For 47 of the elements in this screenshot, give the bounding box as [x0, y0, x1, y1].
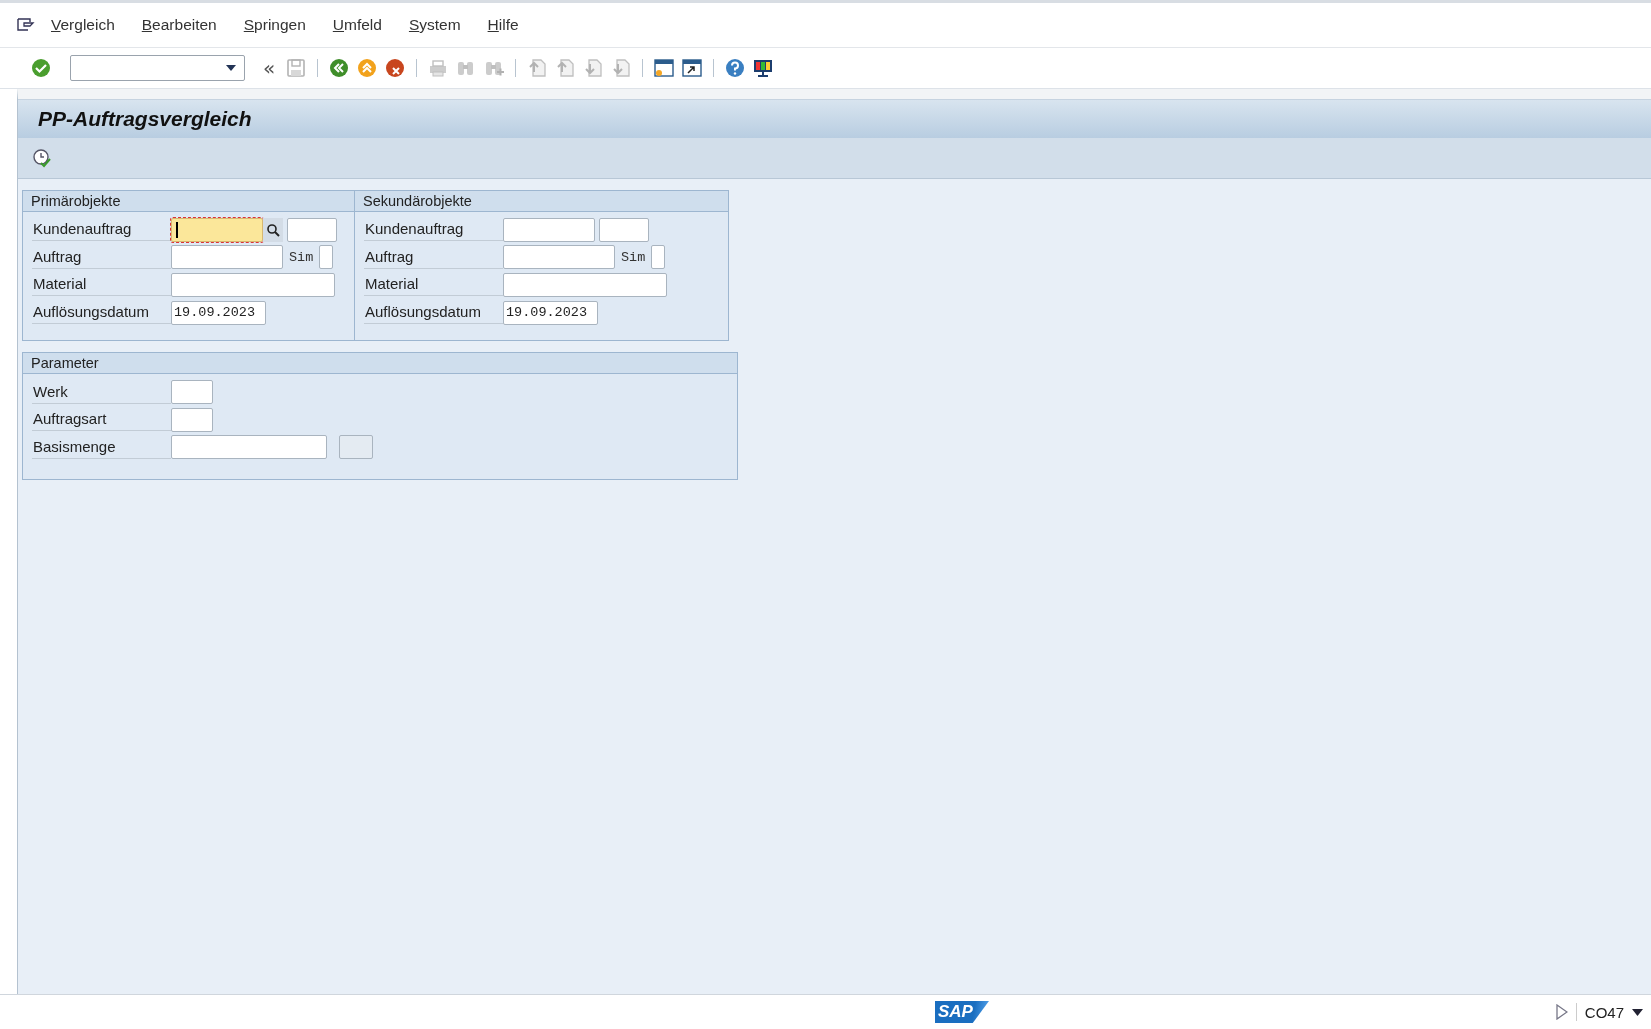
input-field[interactable]: [171, 380, 213, 405]
input-field[interactable]: [171, 245, 283, 270]
check-icon[interactable]: [30, 57, 52, 79]
monitor-icon[interactable]: [752, 57, 775, 79]
input-field[interactable]: [287, 217, 337, 242]
menu-item[interactable]: Umfeld: [332, 16, 382, 34]
dropdown-arrow-icon: [226, 65, 236, 71]
input-field[interactable]: [503, 273, 667, 297]
menu-item[interactable]: Vergleich: [51, 16, 115, 34]
menu-icon[interactable]: [17, 17, 35, 33]
input-field[interactable]: [171, 217, 263, 242]
play-icon[interactable]: [1555, 1004, 1568, 1020]
group-title: Sekundärobjekte: [355, 191, 728, 212]
group-title: Parameter: [23, 353, 737, 375]
back-icon[interactable]: [328, 57, 351, 79]
input-field[interactable]: 19.09.2023: [171, 300, 266, 325]
input-field[interactable]: [171, 273, 335, 297]
checkbox-field[interactable]: [319, 245, 334, 270]
dropdown-arrow-icon[interactable]: [1632, 1008, 1643, 1016]
exit-icon[interactable]: [356, 57, 379, 79]
menu-item[interactable]: Hilfe: [487, 16, 519, 34]
field-suffix-label: Sim: [288, 249, 315, 265]
shortcut-icon[interactable]: [681, 57, 704, 79]
menu-item[interactable]: Bearbeiten: [141, 16, 217, 34]
command-field[interactable]: [70, 55, 245, 81]
screen-title: PP-Auftragsvergleich: [38, 107, 252, 131]
input-field[interactable]: [171, 435, 327, 460]
transaction-code[interactable]: CO47: [1584, 1003, 1624, 1021]
new-window-icon[interactable]: [653, 57, 676, 79]
help-icon[interactable]: [724, 57, 747, 79]
clock-check-icon[interactable]: [32, 148, 52, 168]
input-field[interactable]: [171, 407, 213, 432]
search-help-button[interactable]: [263, 217, 283, 242]
input-field[interactable]: [339, 435, 373, 460]
search-icon: [266, 222, 280, 237]
collapse-button[interactable]: «: [259, 56, 280, 80]
input-field[interactable]: [599, 217, 649, 242]
logo: SAP: [935, 1001, 989, 1023]
menu-item[interactable]: Springen: [243, 16, 306, 34]
menu-item[interactable]: System: [408, 16, 461, 34]
group-title: Primärobjekte: [23, 191, 354, 212]
field-suffix-label: Sim: [620, 249, 647, 265]
cancel-icon[interactable]: [384, 57, 407, 79]
input-field[interactable]: [503, 217, 595, 242]
input-field[interactable]: 19.09.2023: [503, 300, 598, 325]
checkbox-field[interactable]: [651, 245, 666, 270]
input-field[interactable]: [503, 245, 615, 270]
